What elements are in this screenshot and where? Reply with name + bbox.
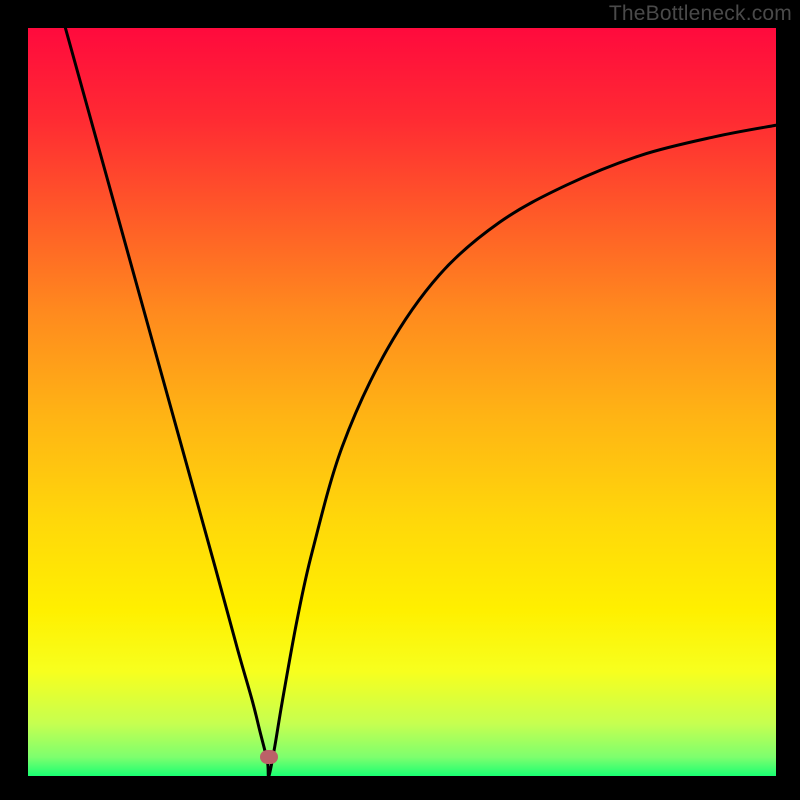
chart-plot-area: [28, 28, 776, 776]
bottleneck-curve: [65, 28, 776, 776]
curve-svg: [28, 28, 776, 776]
watermark-label: TheBottleneck.com: [609, 2, 792, 26]
minimum-marker: [260, 750, 278, 764]
chart-stage: TheBottleneck.com: [0, 0, 800, 800]
